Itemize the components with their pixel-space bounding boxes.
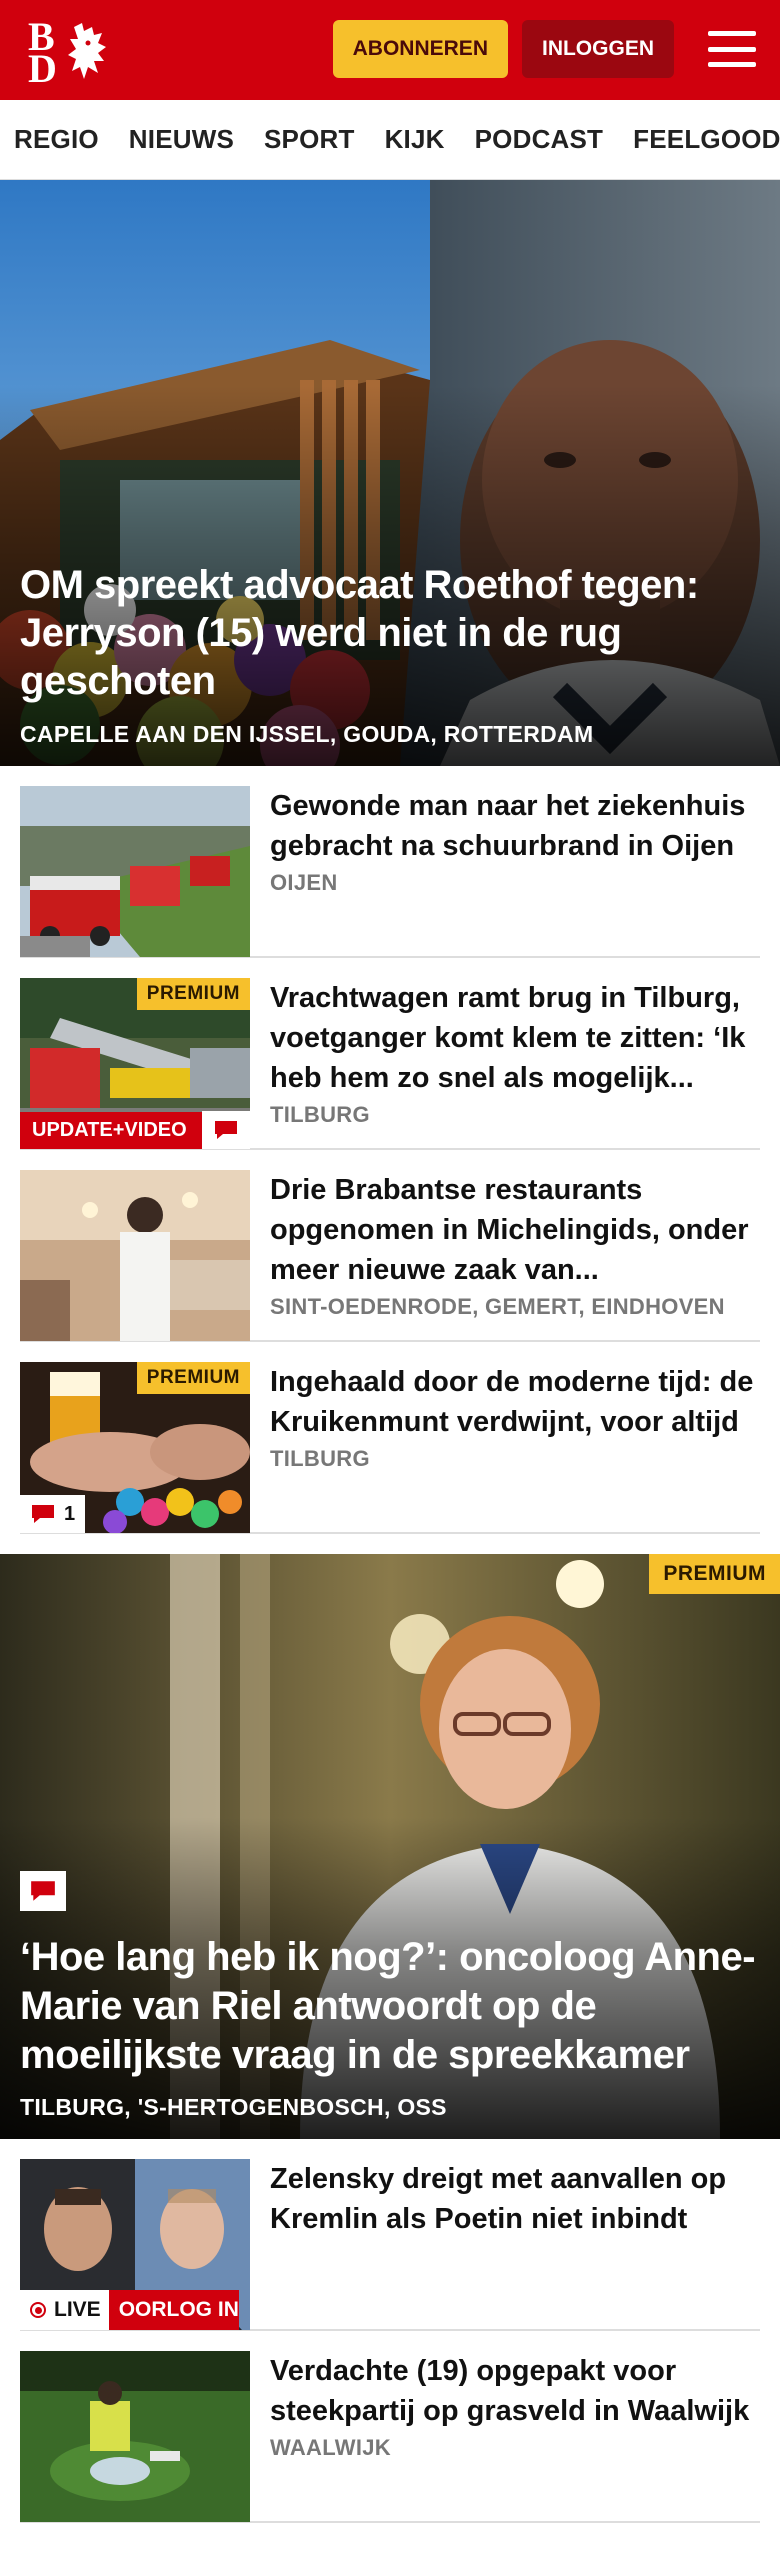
article-title[interactable]: Gewonde man naar het ziekenhuis gebracht… xyxy=(270,786,760,866)
hamburger-menu-icon[interactable] xyxy=(704,27,760,71)
nav-item-kijk[interactable]: KIJK xyxy=(385,124,445,155)
logo-letter-d: D xyxy=(28,46,57,91)
list-item[interactable]: LIVE OORLOG IN OEKRAÏNE Zelensky dreigt … xyxy=(20,2139,760,2331)
article-location: TILBURG xyxy=(270,1102,370,1127)
article-list: Gewonde man naar het ziekenhuis gebracht… xyxy=(0,766,780,1534)
section-nav: REGIO NIEUWS SPORT KIJK PODCAST FEELGOOD… xyxy=(0,100,780,180)
article-thumbnail: PREMIUM 1 xyxy=(20,1362,250,1533)
article-location: SINT-OEDENRODE, GEMERT, EINDHOVEN xyxy=(270,1294,725,1319)
article-title[interactable]: Vrachtwagen ramt brug in Tilburg, voetga… xyxy=(270,978,760,1098)
article-thumbnail: PREMIUM UPDATE+VIDEO xyxy=(20,978,250,1149)
article-thumbnail: LIVE OORLOG IN OEKRAÏNE xyxy=(20,2159,250,2330)
nav-item-sport[interactable]: SPORT xyxy=(264,124,355,155)
hero-article[interactable]: OM spreekt advocaat Roethof tegen: Jerry… xyxy=(0,180,780,766)
live-dot-icon xyxy=(30,2302,46,2318)
site-header: B D ABONNEREN INLOGGEN xyxy=(0,0,780,100)
list-item[interactable]: PREMIUM UPDATE+VIDEO Vrachtwagen ramt br… xyxy=(20,958,760,1150)
feature-location: TILBURG, 'S-HERTOGENBOSCH, OSS xyxy=(20,2094,447,2120)
comment-count-value: 1 xyxy=(64,1502,76,1525)
premium-badge: PREMIUM xyxy=(136,1362,250,1394)
comment-icon xyxy=(202,1111,250,1149)
premium-badge: PREMIUM xyxy=(649,1554,780,1594)
article-thumbnail xyxy=(20,1170,250,1341)
article-title[interactable]: Ingehaald door de moderne tijd: de Kruik… xyxy=(270,1362,760,1442)
live-badge: LIVE xyxy=(20,2290,109,2330)
site-logo[interactable]: B D xyxy=(20,15,110,89)
update-video-badge: UPDATE+VIDEO xyxy=(20,1112,202,1149)
hero-title[interactable]: OM spreekt advocaat Roethof tegen: Jerry… xyxy=(20,561,740,705)
list-item[interactable]: PREMIUM 1 Ingehaald door de moderne tijd… xyxy=(20,1342,760,1534)
subscribe-button[interactable]: ABONNEREN xyxy=(332,20,508,78)
list-item[interactable]: Verdachte (19) opgepakt voor steekpartij… xyxy=(20,2331,760,2523)
live-label: LIVE xyxy=(54,2298,101,2321)
list-item[interactable]: Drie Brabantse restaurants opgenomen in … xyxy=(20,1150,760,1342)
article-location: OIJEN xyxy=(270,870,338,895)
article-thumbnail xyxy=(20,786,250,957)
article-list-2: LIVE OORLOG IN OEKRAÏNE Zelensky dreigt … xyxy=(0,2139,780,2523)
nav-item-feelgood[interactable]: FEELGOOD xyxy=(633,124,780,155)
hero-location: CAPELLE AAN DEN IJSSEL, GOUDA, ROTTERDAM xyxy=(20,721,594,747)
list-item[interactable]: Gewonde man naar het ziekenhuis gebracht… xyxy=(20,766,760,958)
article-location: TILBURG xyxy=(270,1446,370,1471)
comment-icon xyxy=(20,1871,66,1911)
article-title[interactable]: Drie Brabantse restaurants opgenomen in … xyxy=(270,1170,760,1290)
topic-tag: OORLOG IN OEKRAÏNE xyxy=(108,2290,239,2330)
nav-item-nieuws[interactable]: NIEUWS xyxy=(129,124,234,155)
feature-title[interactable]: ‘Hoe lang heb ik nog?’: oncoloog Anne-Ma… xyxy=(20,1933,760,2080)
article-title[interactable]: Zelensky dreigt met aanvallen op Kremlin… xyxy=(270,2159,760,2239)
feature-article[interactable]: PREMIUM ‘Hoe lang heb ik nog?’: oncoloog… xyxy=(0,1554,780,2139)
article-thumbnail xyxy=(20,2351,250,2522)
premium-badge: PREMIUM xyxy=(136,978,250,1010)
login-button[interactable]: INLOGGEN xyxy=(521,20,674,78)
article-location: WAALWIJK xyxy=(270,2435,391,2460)
nav-item-regio[interactable]: REGIO xyxy=(14,124,99,155)
nav-item-podcast[interactable]: PODCAST xyxy=(475,124,604,155)
comment-icon xyxy=(32,1505,54,1523)
article-title[interactable]: Verdachte (19) opgepakt voor steekpartij… xyxy=(270,2351,760,2431)
lion-logo-icon xyxy=(68,23,106,79)
comment-count: 1 xyxy=(20,1495,86,1533)
